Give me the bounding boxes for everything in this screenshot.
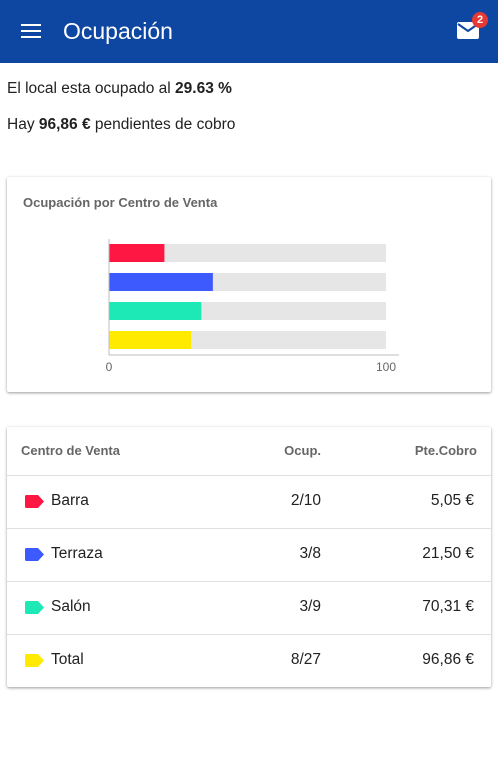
table-row[interactable]: Barra 2/10 5,05 € [7,475,491,528]
tag-icon [25,601,44,614]
bar-barra [109,244,165,262]
bar-terraza [109,273,213,291]
header-ocup: Ocup. [284,443,321,458]
header-pte-cobro: Pte.Cobro [414,443,477,458]
occupancy-prefix: El local esta ocupado al [7,80,176,97]
row-name: Total [51,651,84,668]
app-bar: Ocupación 2 [0,0,498,63]
pending-suffix: pendientes de cobro [90,116,236,133]
row-name: Terraza [51,545,103,562]
page-title: Ocupación [63,18,173,44]
table-row[interactable]: Total 8/27 96,86 € [7,634,491,687]
pending-prefix: Hay [7,116,39,133]
x-tick-label: 0 [106,360,113,374]
mail-button[interactable]: 2 [450,12,490,50]
occupancy-summary: El local esta ocupado al 29.63 % [7,79,232,99]
row-pte-cobro: 21,50 € [422,545,474,562]
notification-badge: 2 [472,12,488,28]
tag-icon-shape [25,495,44,508]
table-row[interactable]: Terraza 3/8 21,50 € [7,528,491,581]
table-row[interactable]: Salón 3/9 70,31 € [7,581,491,634]
row-name: Barra [51,492,89,509]
pending-summary: Hay 96,86 € pendientes de cobro [7,115,235,135]
row-ocup: 2/10 [290,492,321,509]
row-pte-cobro: 70,31 € [422,598,474,615]
row-ocup: 3/9 [299,598,321,615]
tag-icon-shape [25,548,44,561]
tag-icon [25,654,44,667]
occupancy-bar-chart: 0 100 [106,239,399,374]
header-centro: Centro de Venta [21,443,120,458]
row-ocup: 3/8 [299,545,321,562]
chart-card: Ocupación por Centro de Venta 0 100 [7,177,491,392]
menu-button[interactable] [12,12,50,50]
row-pte-cobro: 5,05 € [430,492,474,509]
row-name: Salón [51,598,91,615]
tag-icon-shape [25,654,44,667]
x-tick-label: 100 [376,360,396,374]
bar-total [109,331,192,349]
row-pte-cobro: 96,86 € [422,651,474,668]
tag-icon-shape [25,601,44,614]
occupancy-value: 29.63 % [175,80,232,97]
bar-salón [109,302,202,320]
tag-icon [25,548,44,561]
row-ocup: 8/27 [290,651,321,668]
menu-icon [21,24,41,38]
sales-centers-table: Centro de Venta Ocup. Pte.Cobro Barra 2/… [7,427,491,687]
tag-icon [25,495,44,508]
pending-value: 96,86 € [38,116,91,133]
